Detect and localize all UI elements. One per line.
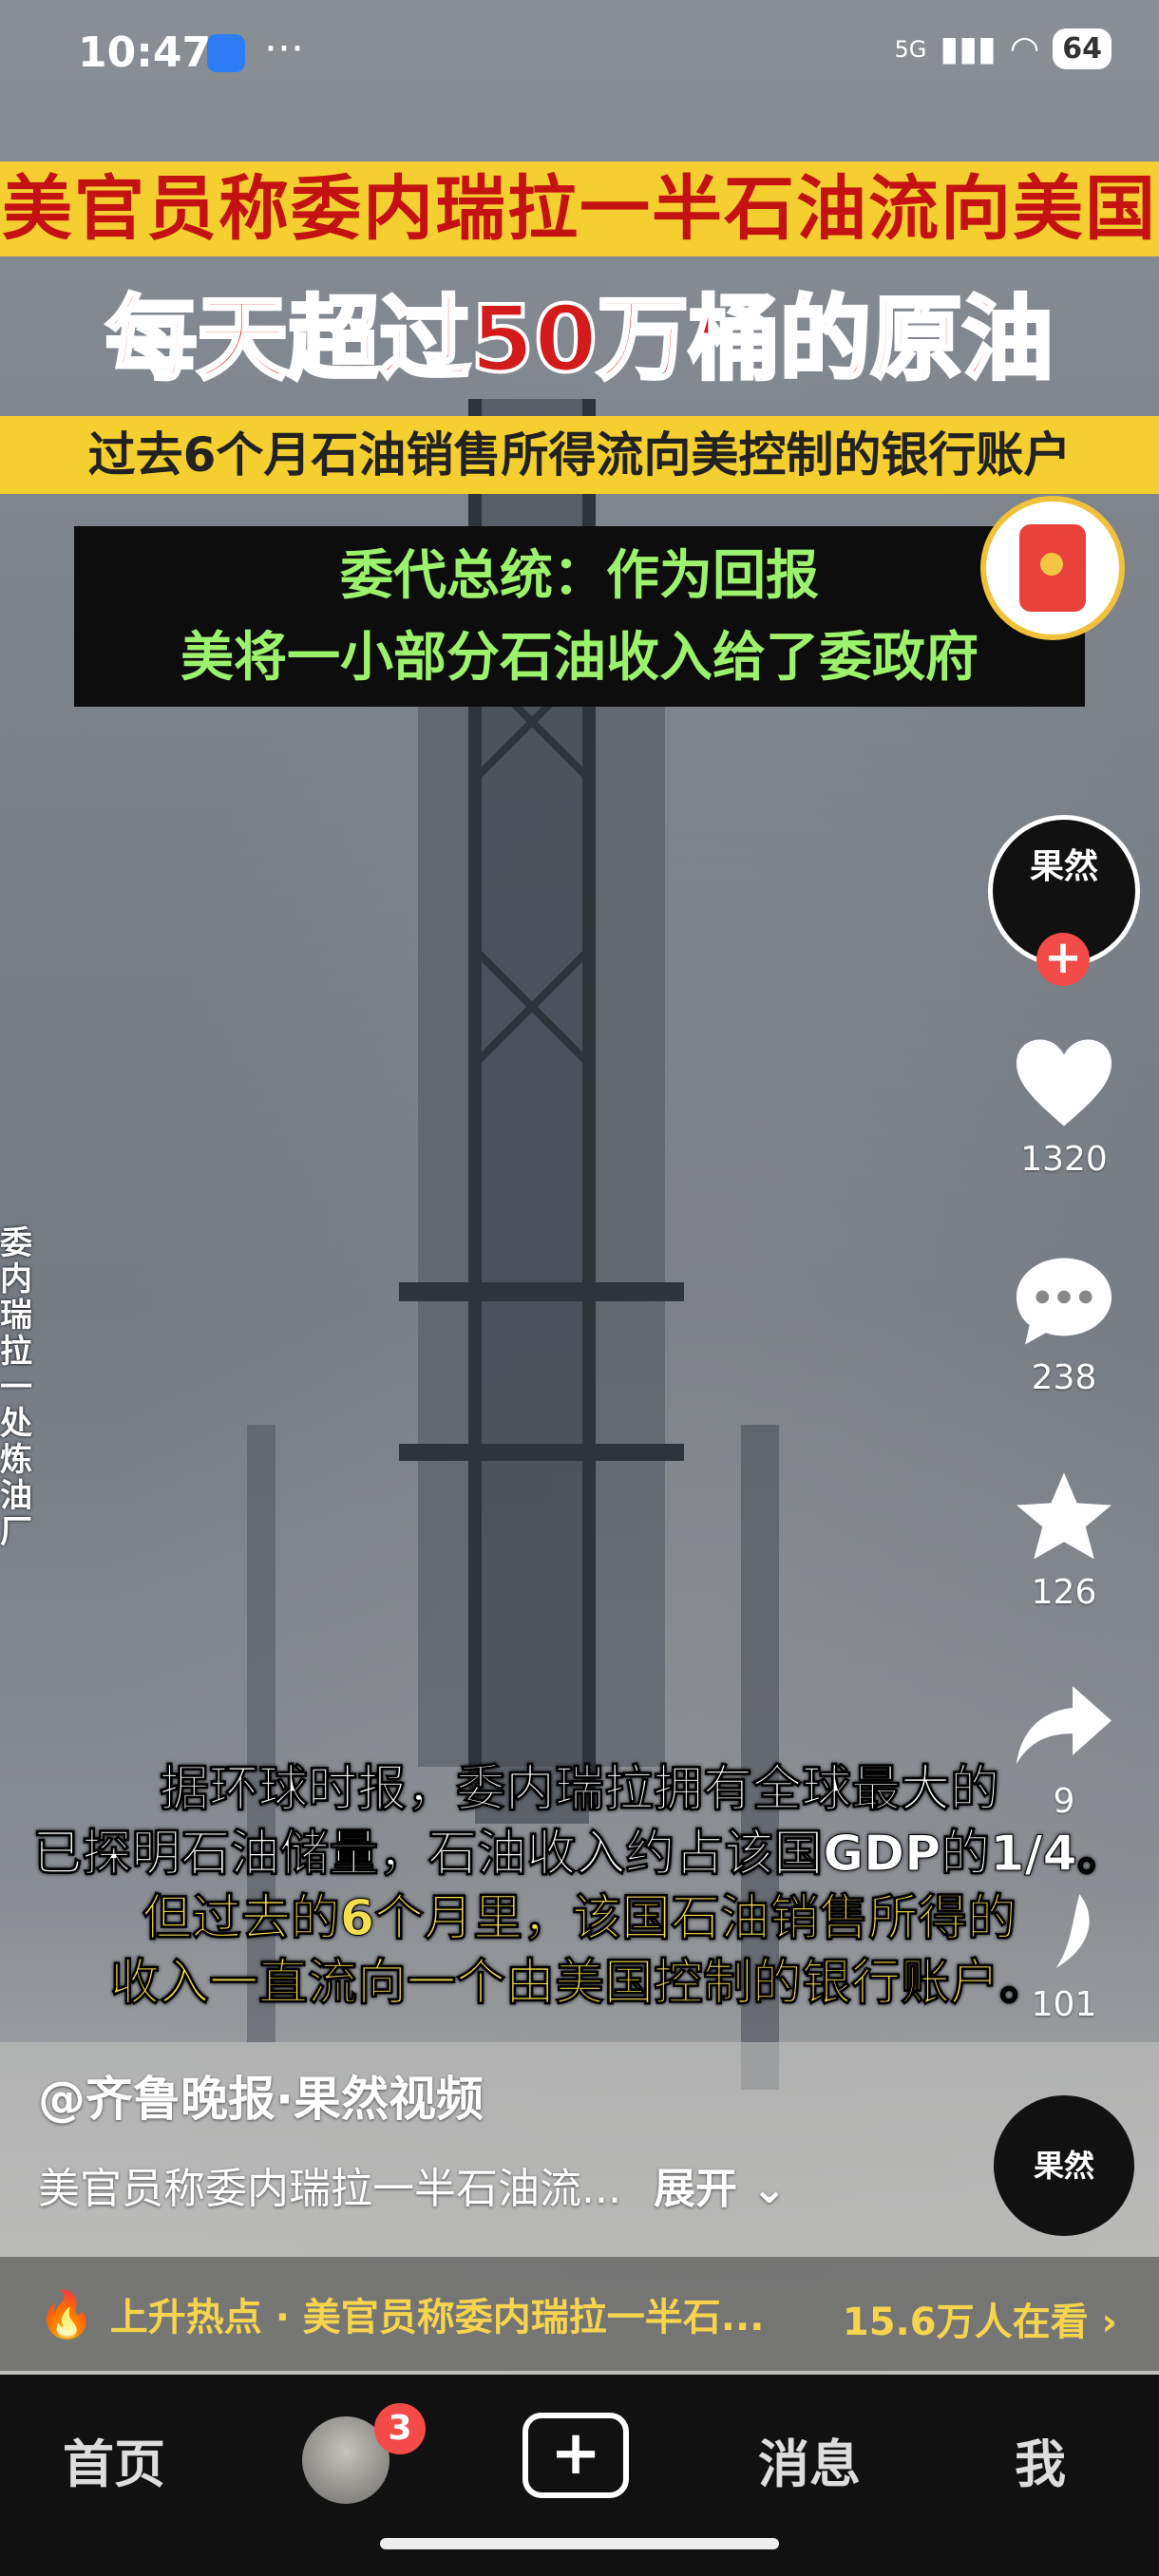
more-notifications-icon: ··· [264,25,304,73]
caption-line-2: 已探明石油储量，石油收入约占该国GDP的1/4。 [32,1826,1127,1884]
status-bar: 10:47 ··· 5G ▮▮▮ ◠ 64 [0,0,1159,114]
follow-button[interactable]: + [1036,933,1090,986]
caption-line-3: 但过去的6个月里，该国石油销售所得的 [142,1890,1017,1948]
heart-icon [1016,1039,1112,1127]
nav-me[interactable]: 我 [1015,2422,1066,2497]
red-envelope-icon [1019,524,1086,612]
avatar-logo-text: 果然 [1029,847,1098,886]
red-packet-button[interactable] [980,496,1125,640]
video-headline: 美官员称委内瑞拉一半石油流向美国 [0,161,1159,256]
nav-messages[interactable]: 消息 [758,2422,861,2497]
quote-box: 委代总统：作为回报 美将一小部分石油收入给了委政府 [74,526,1085,707]
quote-line-1: 委代总统：作为回报 [340,545,819,607]
quote-line-2: 美将一小部分石油收入给了委政府 [180,627,978,689]
author-name[interactable]: @齐鲁晚报·果然视频 [38,2061,484,2130]
caption-line-4: 收入一直流向一个由美国控制的银行账户。 [109,1955,1049,2013]
trending-bar[interactable]: 🔥 上升热点 · 美官员称委内瑞拉一半石... 15.6万人在看 › [0,2257,1159,2371]
wifi-icon: ◠ [1009,29,1040,68]
fire-icon: 🔥 [38,2287,95,2341]
trending-text: 上升热点 · 美官员称委内瑞拉一半石... [109,2296,765,2339]
expand-label: 展开 [653,2165,737,2213]
comment-button[interactable]: 238 [1007,1254,1121,1397]
like-button[interactable]: 1320 [1007,1035,1121,1179]
favorite-button[interactable]: 126 [1007,1468,1121,1612]
nav-home[interactable]: 首页 [63,2422,165,2497]
star-icon [1016,1472,1112,1560]
signal-icon: ▮▮▮ [940,29,997,68]
chevron-down-icon: ⌄ [736,2165,788,2213]
app-notification-icon [207,34,245,72]
network-label: 5G [894,35,927,63]
home-indicator[interactable] [380,2538,779,2549]
like-count: 1320 [1020,1140,1108,1179]
comment-icon [1016,1258,1112,1345]
trending-viewers: 15.6万人在看 › [843,2291,1117,2346]
expand-button[interactable]: 展开 ⌄ [654,2165,787,2213]
comment-count: 238 [1031,1358,1097,1397]
side-caption: 委内瑞拉一处炼油厂 [0,1224,32,1551]
battery-level: 64 [1053,28,1112,69]
create-button[interactable]: + [522,2413,629,2498]
description-text: 美官员称委内瑞拉一半石油流... [38,2165,621,2213]
caption-line-1: 据环球时报，委内瑞拉拥有全球最大的 [159,1761,999,1819]
video-description[interactable]: 美官员称委内瑞拉一半石油流... 展开 ⌄ [38,2154,787,2215]
music-disc[interactable]: 果然 [994,2095,1134,2236]
status-time: 10:47 [78,28,212,77]
viewers-count: 15.6万人在看 [842,2301,1089,2344]
video-caption: 据环球时报，委内瑞拉拥有全球最大的 已探明石油储量，石油收入约占该国GDP的1/… [0,1757,1159,2016]
video-subheadline: 每天超过50万桶的原油 [104,284,1055,394]
notification-badge: 3 [374,2403,426,2454]
status-right: 5G ▮▮▮ ◠ 64 [895,28,1112,69]
video-third-line: 过去6个月石油销售所得流向美控制的银行账户 [0,416,1159,494]
favorite-count: 126 [1031,1573,1097,1612]
chevron-right-icon: › [1088,2301,1118,2344]
